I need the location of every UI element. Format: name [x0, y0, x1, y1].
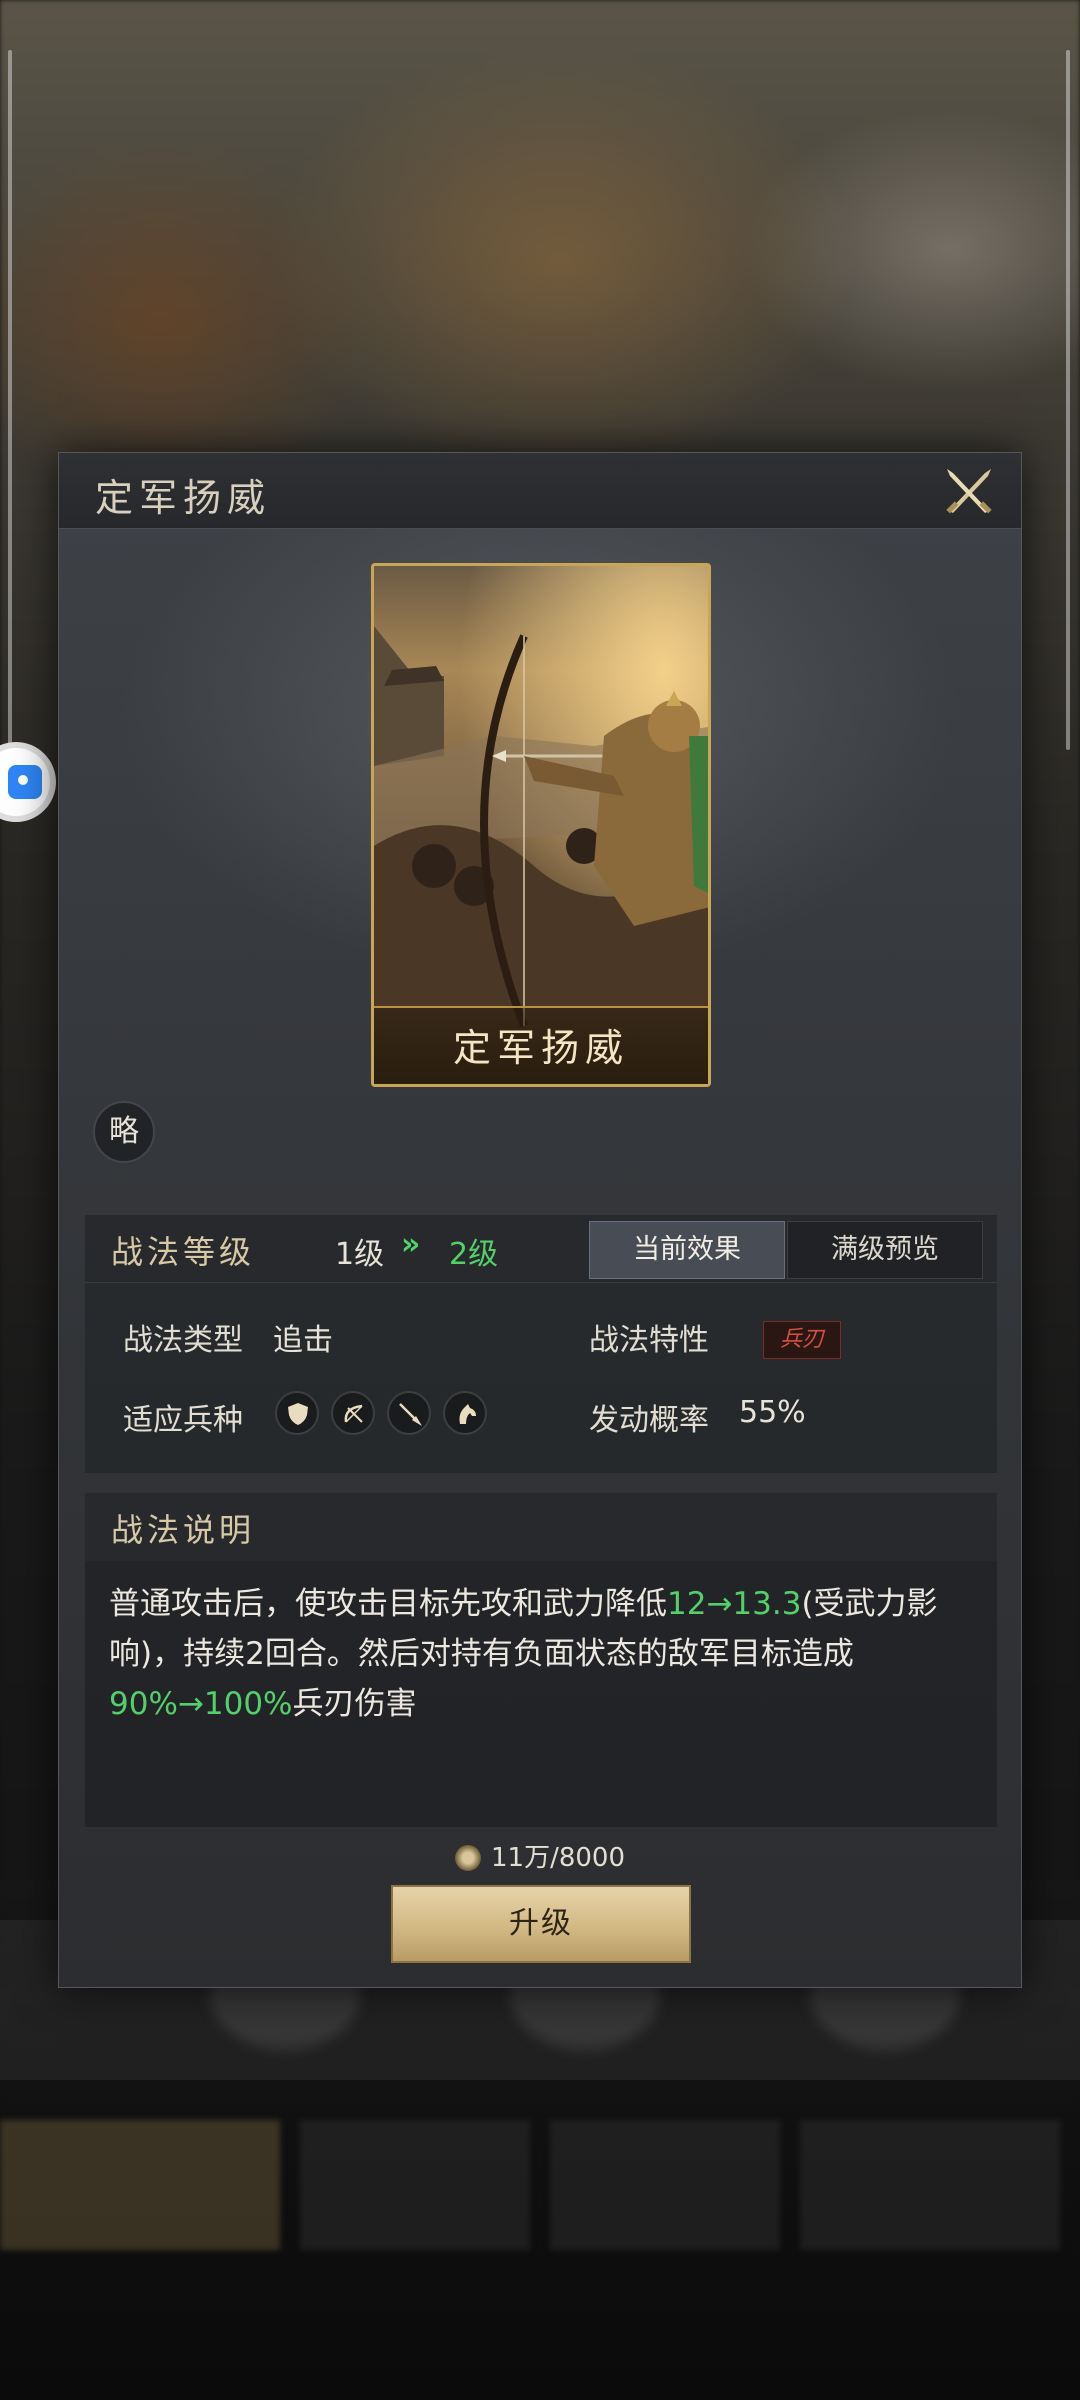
- next-level: 2级: [449, 1237, 499, 1272]
- tab-current-effect[interactable]: 当前效果: [589, 1221, 785, 1279]
- upgrade-button[interactable]: 升级: [391, 1885, 691, 1963]
- dialog-header: 定军扬威: [59, 453, 1021, 529]
- edge-indicator-left: [8, 50, 12, 750]
- background-tab: [0, 2120, 280, 2250]
- close-button[interactable]: [941, 463, 997, 519]
- skill-category-badge: 略: [93, 1101, 155, 1163]
- background-tab: [800, 2120, 1060, 2250]
- dialog-title: 定军扬威: [95, 476, 272, 520]
- level-label: 战法等级: [111, 1233, 256, 1271]
- rate-value: 55%: [739, 1395, 806, 1430]
- horse-icon: [443, 1391, 487, 1435]
- shield-icon: [275, 1391, 319, 1435]
- rate-label: 发动概率: [589, 1403, 709, 1438]
- description-title: 战法说明: [111, 1511, 256, 1549]
- card-label: 定军扬威: [452, 1026, 629, 1070]
- background-tab: [300, 2120, 530, 2250]
- spear-icon: [387, 1391, 431, 1435]
- type-value: 追击: [273, 1323, 333, 1358]
- description-text: 普通攻击后，使攻击目标先攻和武力降低12→13.3(受武力影响)，持续2回合。然…: [109, 1579, 975, 1729]
- current-level: 1级: [335, 1237, 385, 1272]
- tab-max-preview[interactable]: 满级预览: [787, 1221, 983, 1279]
- level-row: 战法等级 1级 » 2级 当前效果 满级预览: [85, 1215, 997, 1283]
- description-header: 战法说明: [85, 1493, 997, 1561]
- background-tab: [550, 2120, 780, 2250]
- assistant-icon: [8, 765, 42, 799]
- cost-value: 11万/8000: [490, 1843, 625, 1873]
- type-label: 战法类型: [123, 1323, 243, 1358]
- skill-card: 定军扬威: [371, 563, 711, 1087]
- edge-indicator-right: [1066, 50, 1070, 750]
- level-section: 战法等级 1级 » 2级 当前效果 满级预览 战法类型 追击 战法特性 兵刃 适…: [85, 1215, 997, 1473]
- damage-change-highlight: 90%→100%: [109, 1686, 293, 1722]
- level-arrow-icon: »: [401, 1227, 421, 1262]
- value-change-highlight: 12→13.3: [667, 1586, 802, 1622]
- coin-icon: [454, 1845, 481, 1871]
- description-part: 普通攻击后，使攻击目标先攻和武力降低: [109, 1586, 667, 1622]
- description-part: 兵刃伤害: [292, 1686, 417, 1722]
- feature-label: 战法特性: [589, 1323, 709, 1358]
- bow-icon: [331, 1391, 375, 1435]
- skill-dialog: 定军扬威 定军扬威 略 战法等级 1级 » 2级 当前效果 满级预览 战法类型 …: [58, 452, 1022, 1988]
- close-swords-icon: [946, 469, 992, 514]
- upgrade-cost: 11万/8000: [59, 1837, 1021, 1874]
- troops-label: 适应兵种: [123, 1403, 243, 1438]
- description-section: 战法说明 普通攻击后，使攻击目标先攻和武力降低12→13.3(受武力影响)，持续…: [85, 1493, 997, 1827]
- feature-tag: 兵刃: [763, 1321, 841, 1359]
